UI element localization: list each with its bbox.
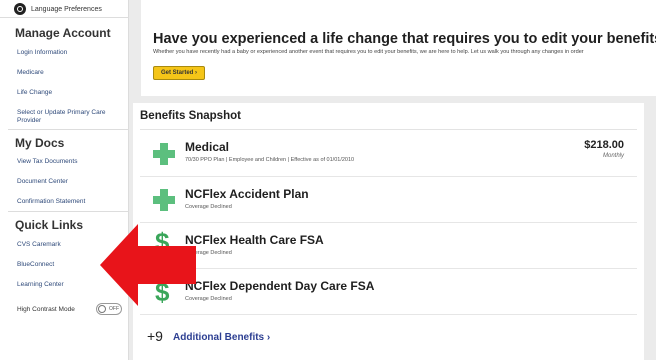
- divider: [140, 176, 637, 177]
- sidebar-item-life-change[interactable]: Life Change: [17, 89, 121, 97]
- section-title-manage-account: Manage Account: [15, 26, 111, 40]
- high-contrast-label: High Contrast Mode: [17, 305, 75, 313]
- divider: [140, 314, 637, 315]
- additional-benefits-link[interactable]: Additional Benefits ›: [173, 332, 270, 343]
- plus-cross-icon: [153, 189, 175, 211]
- benefit-name-accident[interactable]: NCFlex Accident Plan: [185, 187, 309, 201]
- divider: [140, 268, 637, 269]
- life-change-card: Have you experienced a life change that …: [141, 0, 656, 96]
- toggle-state: OFF: [109, 306, 119, 312]
- section-title-my-docs: My Docs: [15, 136, 65, 150]
- benefit-name-dependent-care-fsa[interactable]: NCFlex Dependent Day Care FSA: [185, 279, 374, 293]
- benefits-snapshot-title: Benefits Snapshot: [140, 110, 241, 122]
- benefit-frequency: Monthly: [602, 153, 624, 159]
- life-change-subtitle: Whether you have recently had a baby or …: [153, 49, 584, 55]
- sidebar-item-view-tax-documents[interactable]: View Tax Documents: [17, 158, 121, 166]
- additional-benefits-count: +9: [147, 328, 163, 344]
- sidebar: Language Preferences Manage Account Logi…: [0, 0, 129, 360]
- sidebar-item-confirmation-statement[interactable]: Confirmation Statement: [17, 198, 121, 206]
- divider: [140, 222, 637, 223]
- sidebar-item-primary-care-provider[interactable]: Select or Update Primary Care Provider: [17, 109, 121, 125]
- language-preferences-link[interactable]: Language Preferences: [14, 2, 102, 16]
- divider: [8, 211, 129, 212]
- sidebar-item-medicare[interactable]: Medicare: [17, 69, 121, 77]
- plus-cross-icon: [153, 143, 175, 165]
- benefit-detail-medical: 70/30 PPO Plan | Employee and Children |…: [185, 157, 355, 163]
- red-arrow-annotation: [100, 224, 196, 306]
- benefit-amount: $218.00: [584, 139, 624, 151]
- divider: [140, 129, 637, 130]
- benefit-name-health-care-fsa[interactable]: NCFlex Health Care FSA: [185, 233, 324, 247]
- globe-icon: [14, 3, 26, 15]
- benefit-detail-accident: Coverage Declined: [185, 204, 232, 210]
- section-title-quick-links: Quick Links: [15, 218, 84, 232]
- sidebar-item-document-center[interactable]: Document Center: [17, 178, 121, 186]
- divider: [0, 17, 129, 18]
- divider: [8, 129, 129, 130]
- language-preferences-label: Language Preferences: [31, 5, 102, 13]
- sidebar-item-login-information[interactable]: Login Information: [17, 49, 121, 57]
- toggle-knob: [98, 305, 106, 313]
- life-change-title: Have you experienced a life change that …: [153, 31, 656, 47]
- benefit-name-medical[interactable]: Medical: [185, 140, 229, 154]
- get-started-button[interactable]: Get Started ›: [153, 66, 205, 80]
- benefits-snapshot-card: Benefits Snapshot Medical 70/30 PPO Plan…: [133, 103, 644, 360]
